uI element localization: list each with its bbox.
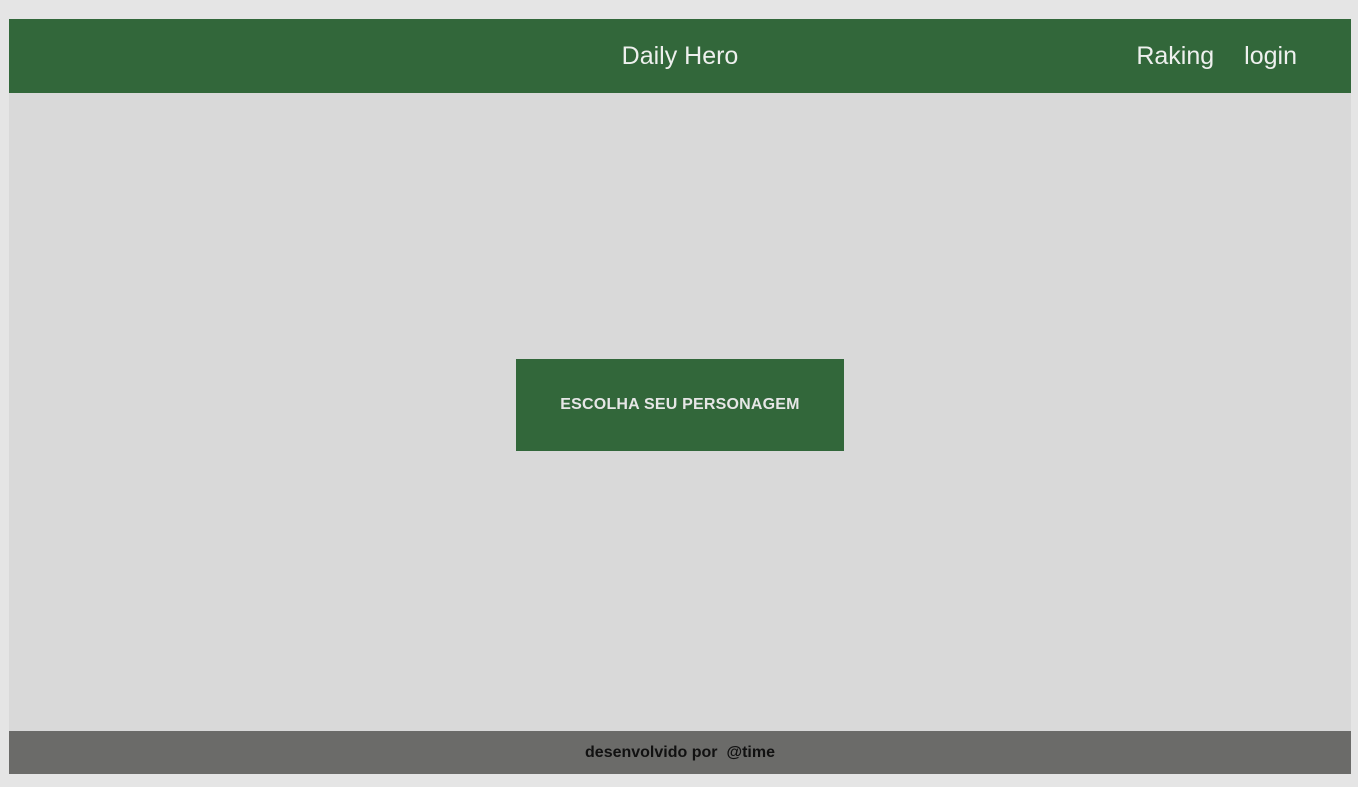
footer-credit: @time xyxy=(726,743,775,761)
app-frame: Daily Hero Raking login ESCOLHA SEU PERS… xyxy=(9,19,1351,774)
choose-character-button[interactable]: ESCOLHA SEU PERSONAGEM xyxy=(516,359,844,451)
footer-text: desenvolvido por xyxy=(585,743,718,761)
top-nav: Raking login xyxy=(1136,19,1297,93)
main-content: ESCOLHA SEU PERSONAGEM xyxy=(9,93,1351,731)
top-bar: Daily Hero Raking login xyxy=(9,19,1351,93)
nav-link-login[interactable]: login xyxy=(1244,42,1297,71)
footer: desenvolvido por @time xyxy=(9,731,1351,774)
nav-link-ranking[interactable]: Raking xyxy=(1136,42,1214,71)
